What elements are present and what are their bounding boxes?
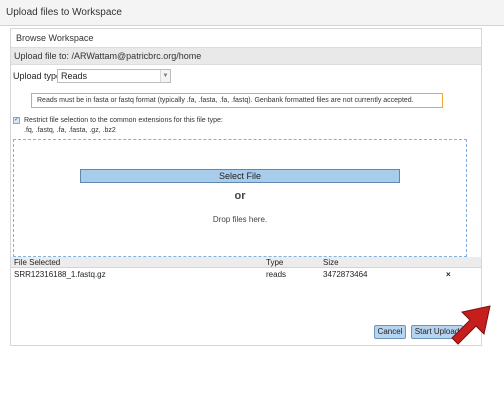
upload-dialog: Upload files to Workspace Browse Workspa… bbox=[0, 0, 504, 408]
remove-file-icon[interactable]: × bbox=[446, 269, 451, 281]
table-row: SRR12316188_1.fastq.gz reads 3472873464 … bbox=[11, 269, 481, 281]
selected-file-type: reads bbox=[266, 270, 287, 279]
drop-files-hint: Drop files here. bbox=[212, 215, 268, 224]
header-file-selected: File Selected bbox=[14, 258, 61, 267]
upload-type-value: Reads bbox=[61, 71, 88, 81]
upload-panel: Browse Workspace Upload file to: /ARWatt… bbox=[10, 28, 482, 346]
restrict-checkbox[interactable]: ✓ bbox=[13, 117, 20, 124]
upload-path: Upload file to: /ARWattam@patricbrc.org/… bbox=[11, 47, 481, 65]
chevron-down-icon[interactable]: ▼ bbox=[160, 70, 170, 82]
selected-file-size: 3472873464 bbox=[323, 270, 368, 279]
header-type: Type bbox=[266, 258, 284, 267]
header-size: Size bbox=[323, 258, 339, 267]
format-notice: Reads must be in fasta or fastq format (… bbox=[31, 93, 443, 108]
or-separator: or bbox=[234, 190, 246, 202]
upload-type-label: Upload type: bbox=[13, 71, 64, 81]
red-arrow-icon bbox=[451, 305, 491, 345]
restrict-extensions-list: .fq, .fastq, .fa, .fasta, .gz, .bz2 bbox=[24, 127, 116, 134]
selected-file-name: SRR12316188_1.fastq.gz bbox=[14, 270, 106, 279]
browse-workspace-heading: Browse Workspace bbox=[16, 33, 94, 43]
file-table-header: File Selected Type Size bbox=[11, 257, 481, 268]
upload-type-select[interactable]: Reads ▼ bbox=[57, 69, 171, 83]
cancel-button[interactable]: Cancel bbox=[374, 325, 406, 339]
dialog-title: Upload files to Workspace bbox=[0, 0, 504, 26]
file-drop-zone[interactable]: Select File or Drop files here. bbox=[13, 139, 467, 257]
select-file-button[interactable]: Select File bbox=[80, 169, 400, 183]
restrict-label: Restrict file selection to the common ex… bbox=[24, 117, 223, 124]
restrict-extensions: ✓ Restrict file selection to the common … bbox=[13, 116, 473, 138]
